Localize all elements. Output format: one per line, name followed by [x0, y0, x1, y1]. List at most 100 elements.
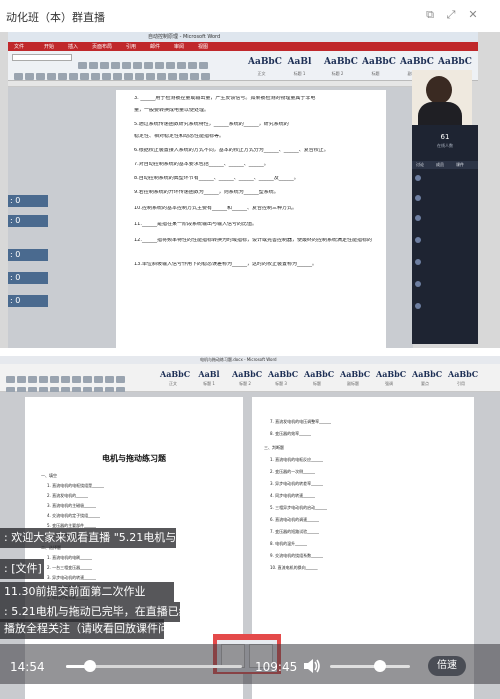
- avatar: [415, 281, 421, 287]
- text-line: 10.控制系统的基本控制方式主要有______和______、复合控制三种方式。: [134, 206, 297, 211]
- pip-icon[interactable]: ⧉: [423, 8, 437, 22]
- word-title-bar: 自动控制原理 - Microsoft Word: [8, 32, 478, 42]
- text-line: 1. 直流电机的电枢绕组是______: [47, 483, 105, 488]
- style-item[interactable]: AaBbC 引用: [448, 366, 478, 390]
- presenter-webcam: [412, 70, 472, 126]
- chat-text: [423, 303, 475, 317]
- word-ribbon: AaBbC 正文 AaBl 标题 1 AaBbC 标题 2 AaBbC 标题 3 AaB…: [0, 364, 500, 394]
- text-line: 3. ______用于检测被控量或输出量，产生反馈信号。如果被检测的物理量属于非…: [134, 96, 316, 101]
- volume-handle[interactable]: [373, 660, 386, 672]
- member-stat-label: : 0: [8, 249, 48, 261]
- close-icon[interactable]: ✕: [466, 8, 480, 21]
- chat-text: [423, 215, 475, 229]
- text-line: 8.自动控制系统的典型环节有______、______、______、_____…: [134, 176, 299, 181]
- fullscreen-icon[interactable]: ⤢: [444, 8, 458, 22]
- chat-message: [415, 175, 475, 191]
- chat-message: [415, 195, 475, 211]
- style-item[interactable]: AaBbC 标题 2: [324, 53, 358, 79]
- text-line: 7. 直流发电机的电压调整率______: [270, 419, 332, 424]
- text-line: 8. 电机的温升______: [270, 541, 308, 546]
- word-ribbon: AaBbC 正文 AaBl 标题 1 AaBbC 标题 2 AaBbC 标题 AaBbC…: [8, 51, 478, 81]
- text-line: 10. 直流电机的换向______: [270, 565, 318, 570]
- chat-message: [415, 215, 475, 231]
- menu-item[interactable]: 审阅: [174, 43, 184, 50]
- chat-message: [415, 303, 475, 319]
- word-title-bar: 电机与拖动练习题.docx - Microsoft Word: [0, 356, 500, 364]
- volume-icon[interactable]: [302, 656, 322, 676]
- chat-text: [423, 237, 475, 251]
- tab-discussion[interactable]: 讨论: [416, 162, 424, 168]
- member-stat-label: : 0: [8, 195, 48, 207]
- avatar: [415, 215, 421, 221]
- viewer-count: 61: [440, 133, 450, 141]
- current-time: 14:54: [10, 660, 45, 674]
- text-line: 7.对自动控制系统的基本要求包括______、______、______。: [134, 162, 269, 167]
- member-stat-label: : 0: [8, 272, 48, 284]
- text-line: 2. 一台三相变压器______: [47, 565, 93, 570]
- chat-text: [423, 259, 475, 273]
- chat-message: [415, 281, 475, 297]
- text-line: 9. 交流电机的绕组系数______: [270, 553, 324, 558]
- menu-item[interactable]: 文件: [14, 43, 24, 50]
- style-item[interactable]: AaBbC 标题 3: [268, 366, 298, 390]
- text-line: 3. 异步电动机的转速______: [47, 575, 97, 580]
- menu-item[interactable]: 开始: [44, 43, 54, 50]
- member-stat-label: : 0: [8, 215, 48, 227]
- chat-message: [415, 259, 475, 275]
- text-line: 3. 异步电动机的转差率______: [270, 481, 324, 486]
- style-item[interactable]: AaBbC 标题: [304, 366, 334, 390]
- chat-text: [423, 175, 475, 189]
- presenter-head: [426, 76, 452, 104]
- playback-speed-button[interactable]: 倍速: [428, 656, 466, 676]
- tab-courseware[interactable]: 课件: [456, 162, 464, 168]
- style-item[interactable]: AaBbC副标题: [340, 366, 370, 390]
- menu-item[interactable]: 页面布局: [92, 43, 112, 50]
- danmaku-message: 播放全程关注（请收看回放课件问...: [0, 619, 164, 639]
- text-line: 6. 直流电动机的调速______: [270, 517, 320, 522]
- formatting-toolbar: [6, 368, 156, 383]
- style-item[interactable]: AaBbC 标题: [362, 53, 396, 79]
- style-item[interactable]: AaBl 标题 1: [286, 53, 313, 79]
- text-line: 量，一般要转换成电量以便处理。: [134, 108, 210, 113]
- tab-members[interactable]: 成员: [436, 162, 444, 168]
- total-time: 109:45: [255, 660, 298, 674]
- text-line: 9.若控制系统的开环传递函数为______，则系统为______型系统。: [134, 190, 279, 195]
- avatar: [415, 303, 421, 309]
- menu-item[interactable]: 引用: [126, 43, 136, 50]
- menu-item[interactable]: 视图: [198, 43, 208, 50]
- danmaku-message: 11.30前提交前面第二次作业: [0, 582, 174, 602]
- chat-text: [423, 281, 475, 295]
- chat-message: [415, 237, 475, 253]
- text-line: 2. 变压器的一次侧______: [270, 469, 316, 474]
- font-select[interactable]: [12, 54, 72, 61]
- menu-item[interactable]: 邮件: [150, 43, 160, 50]
- style-item[interactable]: AaBbC 正文: [248, 53, 282, 79]
- avatar: [415, 237, 421, 243]
- text-line: 11.______是指在某一阶段系统输出与输入信号的比值。: [134, 222, 257, 227]
- style-item[interactable]: AaBbC 要点: [412, 366, 442, 390]
- viewer-count-label: 在线人数: [437, 143, 453, 148]
- text-line: 1. 直流电机的电刷______: [47, 555, 93, 560]
- live-chat-panel: 61 在线人数 讨论 成员 课件: [412, 125, 478, 344]
- text-line: 8. 变压器的效率______: [270, 431, 312, 436]
- text-line: 13.单位斜坡输入信号作用下的稳态误差称为______，这时的校正装置称为___…: [134, 262, 317, 267]
- text-line: 5.通过系统传递函数研究系统特性，______系统的______，研究系统的: [134, 122, 289, 127]
- style-item[interactable]: AaBbC 正文: [160, 366, 190, 390]
- page-title: 动化班（本）群直播: [6, 11, 105, 24]
- presenter-body: [418, 102, 462, 126]
- seek-handle[interactable]: [83, 660, 96, 672]
- style-item[interactable]: AaBl 标题 1: [196, 366, 222, 390]
- text-line: 2. 直流发电机的______: [47, 493, 89, 498]
- menu-item[interactable]: 插入: [68, 43, 78, 50]
- volume-slider[interactable]: [330, 660, 410, 672]
- style-item[interactable]: AaBbC强调: [376, 366, 406, 390]
- text-line: 3. 直流电机的主磁极______: [47, 503, 97, 508]
- text-line: 三、判断题: [264, 445, 284, 450]
- text-line: 7. 变压器的短路试验______: [270, 529, 320, 534]
- avatar: [415, 259, 421, 265]
- word-menu-bar: 文件 开始 插入 页面布局 引用 邮件 审阅 视图: [8, 42, 478, 51]
- document-area: 3. ______用于检测被控量或输出量，产生反馈信号。如果被检测的物理量属于非…: [8, 87, 413, 348]
- seek-bar[interactable]: [66, 660, 242, 672]
- style-item[interactable]: AaBbC 标题 2: [232, 366, 262, 390]
- text-line: 4. 交流电机的定子绕组______: [47, 513, 101, 518]
